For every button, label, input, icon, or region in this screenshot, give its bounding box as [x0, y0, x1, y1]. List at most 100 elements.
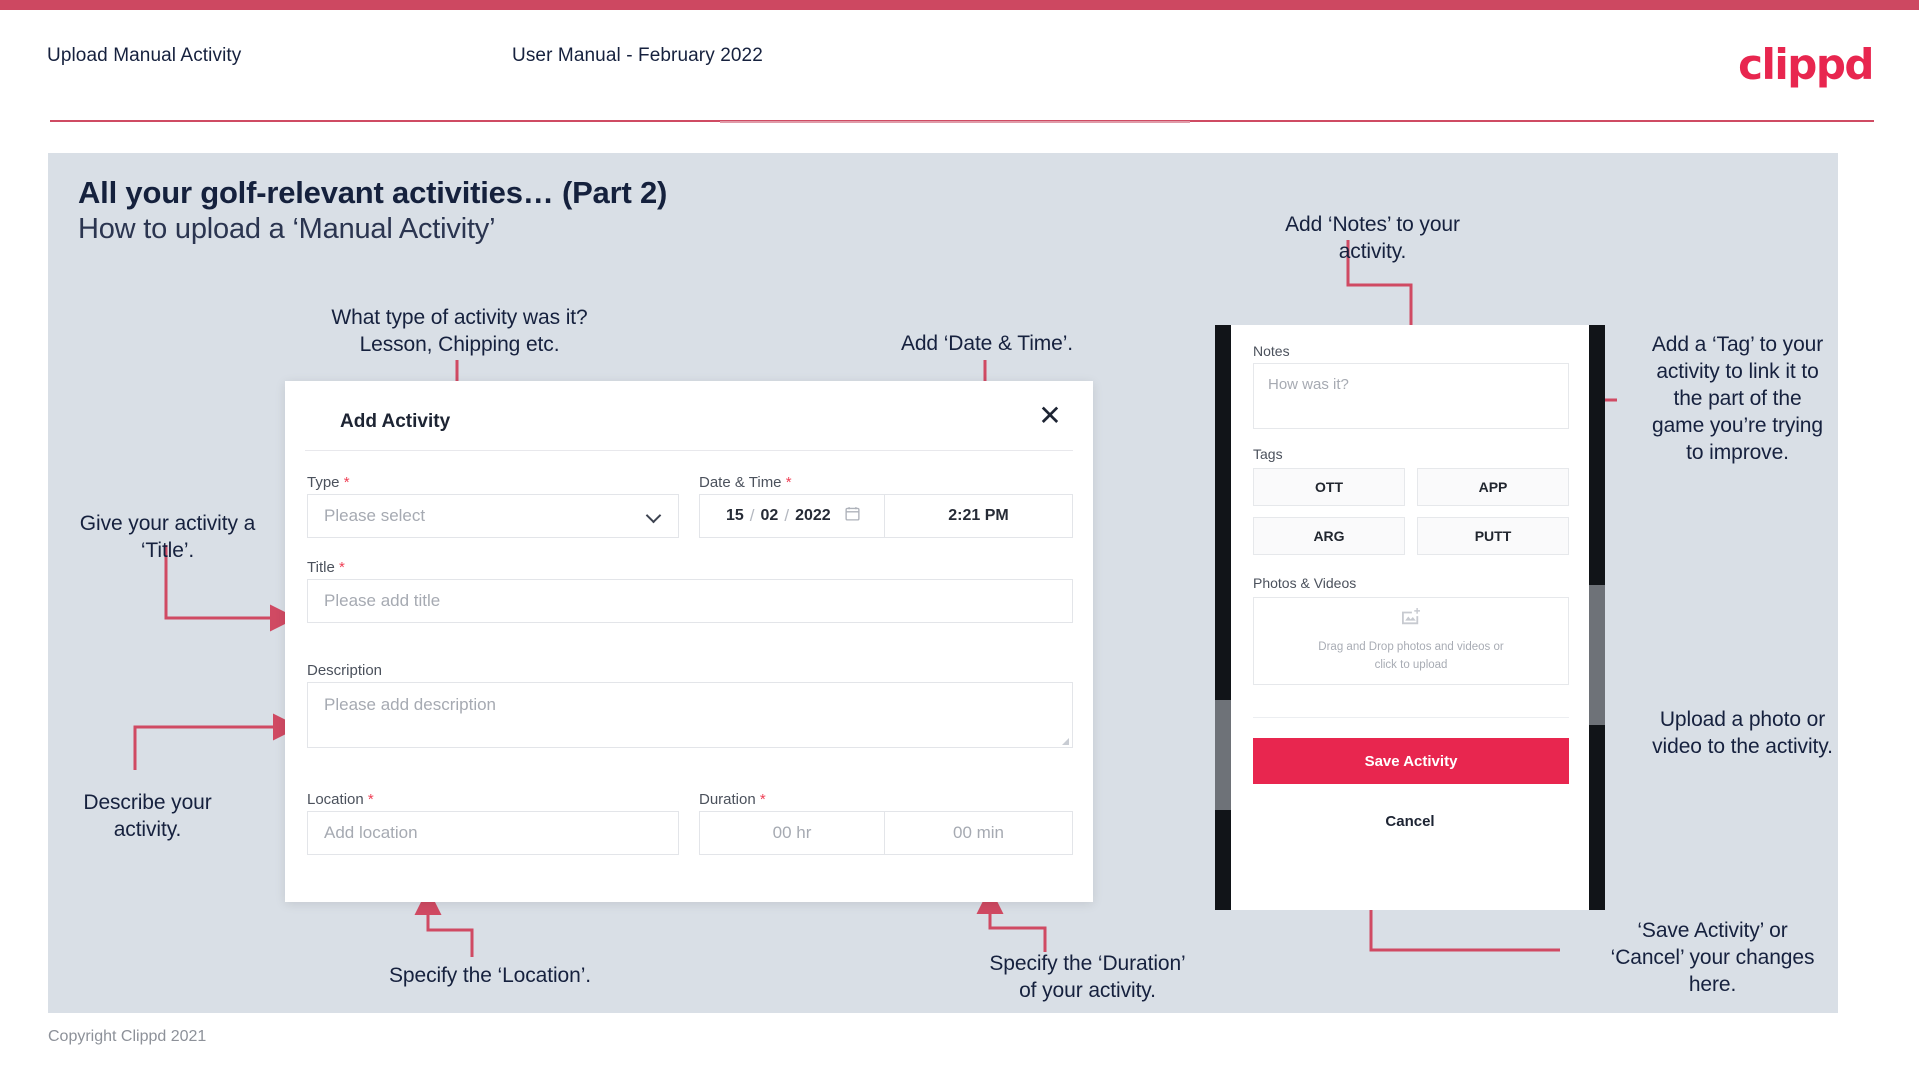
slide-page: Upload Manual Activity User Manual - Feb…	[0, 0, 1919, 1079]
annotation-tags-line2: activity to link it to	[1656, 359, 1819, 383]
duration-minutes-input[interactable]: 00 min	[885, 811, 1073, 855]
notes-label: Notes	[1253, 343, 1290, 359]
datetime-label-text: Date & Time	[699, 474, 782, 491]
title-required-mark: *	[338, 559, 345, 576]
page-title: All your golf-relevant activities… (Part…	[78, 175, 668, 210]
annotation-save-line3: here.	[1688, 972, 1737, 996]
header-divider-light	[720, 121, 1190, 123]
annotation-duration: Specify the ‘Duration’ of your activity.	[955, 951, 1220, 1005]
date-input[interactable]: 15 / 02 / 2022	[699, 494, 885, 538]
annotation-notes-line2: activity.	[1338, 239, 1407, 263]
tag-app-button[interactable]: APP	[1417, 468, 1569, 506]
close-icon[interactable]: ✕	[1033, 399, 1067, 433]
page-subtitle: How to upload a ‘Manual Activity’	[78, 213, 496, 245]
save-activity-button[interactable]: Save Activity	[1253, 738, 1569, 784]
photos-label: Photos & Videos	[1253, 575, 1357, 591]
calendar-icon[interactable]	[844, 505, 861, 527]
notes-placeholder: How was it?	[1268, 376, 1349, 393]
annotation-description-line2: activity.	[113, 817, 182, 841]
location-input[interactable]: Add location	[307, 811, 679, 855]
annotation-tags-line4: game you’re trying	[1652, 413, 1823, 437]
annotation-upload-line2: video to the activity.	[1652, 734, 1833, 758]
annotation-tags: Add a ‘Tag’ to your activity to link it …	[1620, 332, 1855, 466]
datetime-label: Date & Time *	[699, 474, 792, 491]
top-accent-bar	[0, 0, 1919, 10]
time-input[interactable]: 2:21 PM	[885, 494, 1073, 538]
title-label: Title *	[307, 559, 345, 576]
annotation-notes: Add ‘Notes’ to your activity.	[1240, 212, 1505, 266]
dropzone-hint-line2: click to upload	[1374, 658, 1448, 671]
title-label-text: Title	[307, 559, 335, 576]
notes-textarea[interactable]: How was it?	[1253, 363, 1569, 429]
add-activity-dialog: Add Activity ✕ Type * Please select Date…	[285, 381, 1093, 902]
annotation-tags-line5: to improve.	[1686, 440, 1789, 464]
annotation-upload: Upload a photo or video to the activity.	[1625, 707, 1860, 761]
annotation-title-line2: ‘Title’.	[140, 538, 195, 562]
duration-required-mark: *	[759, 791, 766, 808]
annotation-tags-line1: Add a ‘Tag’ to your	[1651, 333, 1824, 356]
date-month: 02	[760, 507, 779, 524]
photo-dropzone[interactable]: Drag and Drop photos and videos or click…	[1253, 597, 1569, 685]
annotation-tags-line3: the part of the	[1673, 386, 1802, 410]
duration-minutes-placeholder: 00 min	[952, 823, 1005, 842]
tag-arg-button[interactable]: ARG	[1253, 517, 1405, 555]
date-sep-1: /	[749, 506, 755, 525]
annotation-datetime: Add ‘Date & Time’.	[900, 332, 1074, 355]
location-required-mark: *	[367, 791, 374, 808]
clippd-logo: clippd	[1738, 40, 1874, 89]
description-textarea[interactable]: Please add description	[307, 682, 1073, 748]
resize-handle-icon[interactable]	[1062, 738, 1069, 745]
annotation-notes-line1: Add ‘Notes’ to your	[1285, 213, 1460, 236]
description-label: Description	[307, 662, 382, 679]
footer-copyright: Copyright Clippd 2021	[48, 1028, 207, 1045]
date-sep-2: /	[784, 506, 790, 525]
annotation-save-line2: ‘Cancel’ your changes	[1610, 945, 1815, 969]
chevron-down-icon	[648, 510, 660, 522]
annotation-duration-line2: of your activity.	[1019, 978, 1156, 1002]
image-add-icon	[1401, 607, 1421, 631]
location-label: Location *	[307, 791, 374, 808]
location-placeholder: Add location	[324, 823, 418, 842]
annotation-type-line2: Lesson, Chipping etc.	[359, 332, 560, 356]
duration-label-text: Duration	[699, 791, 756, 808]
type-required-mark: *	[343, 474, 350, 491]
annotation-upload-line1: Upload a photo or	[1659, 708, 1826, 731]
datetime-required-mark: *	[785, 474, 792, 491]
description-placeholder: Please add description	[324, 695, 497, 714]
annotation-location: Specify the ‘Location’.	[389, 964, 591, 987]
header-center-title: User Manual - February 2022	[512, 45, 763, 66]
duration-hours-placeholder: 00 hr	[772, 823, 812, 842]
tag-ott-button[interactable]: OTT	[1253, 468, 1405, 506]
title-placeholder: Please add title	[324, 591, 441, 610]
type-select[interactable]: Please select	[307, 494, 679, 538]
dropzone-hint: Drag and Drop photos and videos or click…	[1318, 639, 1503, 675]
date-day: 15	[726, 507, 744, 524]
duration-hours-input[interactable]: 00 hr	[699, 811, 885, 855]
annotation-title-line1: Give your activity a	[79, 512, 256, 535]
annotation-description-line1: Describe your	[83, 791, 212, 814]
dialog-title: Add Activity	[340, 411, 451, 432]
dropzone-hint-line1: Drag and Drop photos and videos or	[1318, 640, 1504, 653]
phone-divider	[1253, 717, 1569, 718]
header-left-title: Upload Manual Activity	[47, 45, 242, 66]
time-value: 2:21 PM	[948, 507, 1009, 524]
annotation-type-line1: What type of activity was it?	[331, 306, 588, 329]
dialog-divider	[305, 450, 1073, 451]
cancel-button[interactable]: Cancel	[1231, 813, 1589, 830]
annotation-duration-line1: Specify the ‘Duration’	[989, 952, 1186, 975]
annotation-description: Describe your activity.	[40, 790, 255, 844]
tags-label: Tags	[1253, 446, 1283, 462]
annotation-title: Give your activity a ‘Title’.	[40, 511, 295, 565]
tag-putt-button[interactable]: PUTT	[1417, 517, 1569, 555]
annotation-save: ‘Save Activity’ or ‘Cancel’ your changes…	[1565, 918, 1860, 999]
phone-bezel-right	[1589, 585, 1605, 725]
phone-screen: Notes How was it? Tags OTT APP ARG PUTT …	[1231, 325, 1589, 910]
annotation-save-line1: ‘Save Activity’ or	[1637, 919, 1788, 942]
title-input[interactable]: Please add title	[307, 579, 1073, 623]
phone-bezel-left	[1215, 700, 1231, 810]
duration-label: Duration *	[699, 791, 766, 808]
description-label-text: Description	[307, 662, 383, 679]
date-year: 2022	[795, 507, 831, 524]
annotation-type: What type of activity was it? Lesson, Ch…	[312, 305, 607, 359]
phone-mockup: Notes How was it? Tags OTT APP ARG PUTT …	[1215, 325, 1605, 910]
